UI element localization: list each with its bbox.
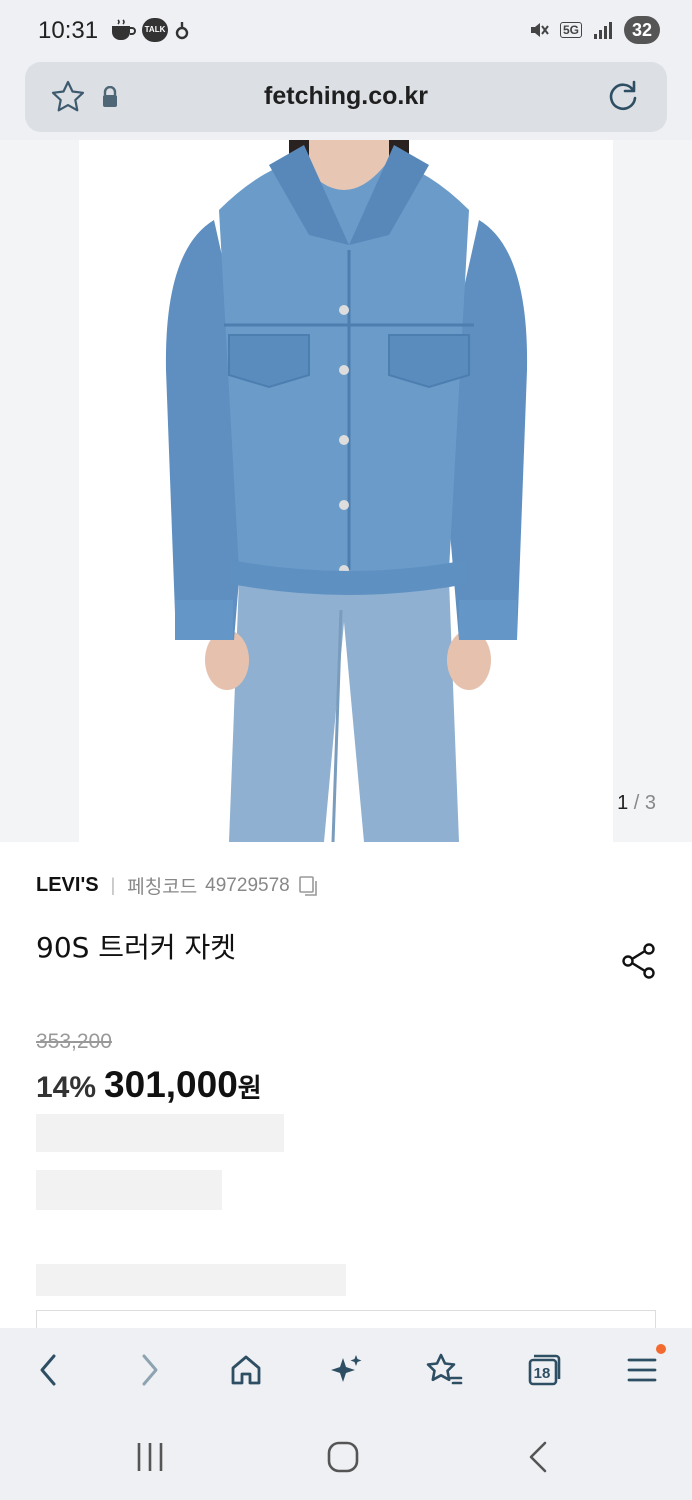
mute-icon <box>530 23 549 37</box>
network-type: 5G <box>559 22 582 38</box>
hamburger-menu-icon <box>627 1358 657 1382</box>
option-select-box[interactable] <box>36 1310 656 1328</box>
tab-count: 18 <box>533 1364 551 1382</box>
loading-placeholder <box>36 1170 222 1210</box>
currency-unit: 원 <box>237 1073 262 1103</box>
product-image[interactable] <box>79 140 613 842</box>
bookmark-list-icon <box>426 1353 463 1385</box>
notification-icon <box>175 22 189 40</box>
notification-dot <box>656 1344 666 1354</box>
home-icon <box>231 1355 261 1385</box>
divider: | <box>110 875 116 895</box>
share-icon[interactable] <box>620 942 658 980</box>
product-info: LEVI'S | 페칭코드 49729578 90S 트러커 자켓 353,20… <box>0 842 692 1328</box>
battery-indicator: 32 <box>623 16 660 44</box>
browser-toolbar: fetching.co.kr <box>0 62 692 140</box>
reload-icon[interactable] <box>605 78 641 114</box>
back-system-icon[interactable] <box>526 1440 550 1474</box>
discount-rate: 14% <box>36 1071 97 1104</box>
menu-button[interactable] <box>622 1344 666 1390</box>
status-bar: 10:31 TALK 5G 32 <box>0 0 692 62</box>
loading-placeholder <box>36 1264 346 1296</box>
denim-jacket-photo <box>165 140 528 842</box>
product-code-value: 49729578 <box>205 874 290 896</box>
loading-placeholder <box>36 1114 284 1152</box>
ai-assistant-button[interactable] <box>326 1350 366 1390</box>
sparkle-icon <box>331 1355 362 1382</box>
address-bar[interactable]: fetching.co.kr <box>25 62 667 132</box>
brand-row: LEVI'S | 페칭코드 49729578 <box>36 872 320 899</box>
signal-icon <box>593 22 612 39</box>
tabs-button[interactable]: 18 <box>524 1350 564 1390</box>
brand-name[interactable]: LEVI'S <box>36 874 99 897</box>
status-time: 10:31 <box>38 17 99 44</box>
chevron-left-icon <box>40 1354 56 1386</box>
coffee-icon <box>112 19 136 40</box>
original-price: 353,200 <box>36 1030 112 1053</box>
chevron-right-icon <box>142 1354 158 1386</box>
home-system-icon[interactable] <box>326 1440 360 1474</box>
price-row: 14% 301,000 원 <box>36 1064 262 1106</box>
home-button[interactable] <box>226 1350 266 1390</box>
forward-button[interactable] <box>130 1350 170 1390</box>
bookmarks-button[interactable] <box>424 1350 464 1390</box>
url-text[interactable]: fetching.co.kr <box>25 82 667 111</box>
system-navigation-bar <box>0 1412 692 1500</box>
product-image-gallery[interactable]: 1 / 3 <box>0 140 692 842</box>
browser-bottom-nav: 18 <box>0 1328 692 1412</box>
copy-icon[interactable] <box>298 875 320 897</box>
kakaotalk-icon: TALK <box>142 18 168 42</box>
sale-price: 301,000 <box>104 1064 238 1105</box>
image-counter: 1 / 3 <box>617 792 656 814</box>
recent-apps-icon[interactable] <box>134 1440 166 1474</box>
back-button[interactable] <box>28 1350 68 1390</box>
product-code-label: 페칭코드 <box>127 877 198 898</box>
product-name: 90S 트러커 자켓 <box>36 931 237 964</box>
